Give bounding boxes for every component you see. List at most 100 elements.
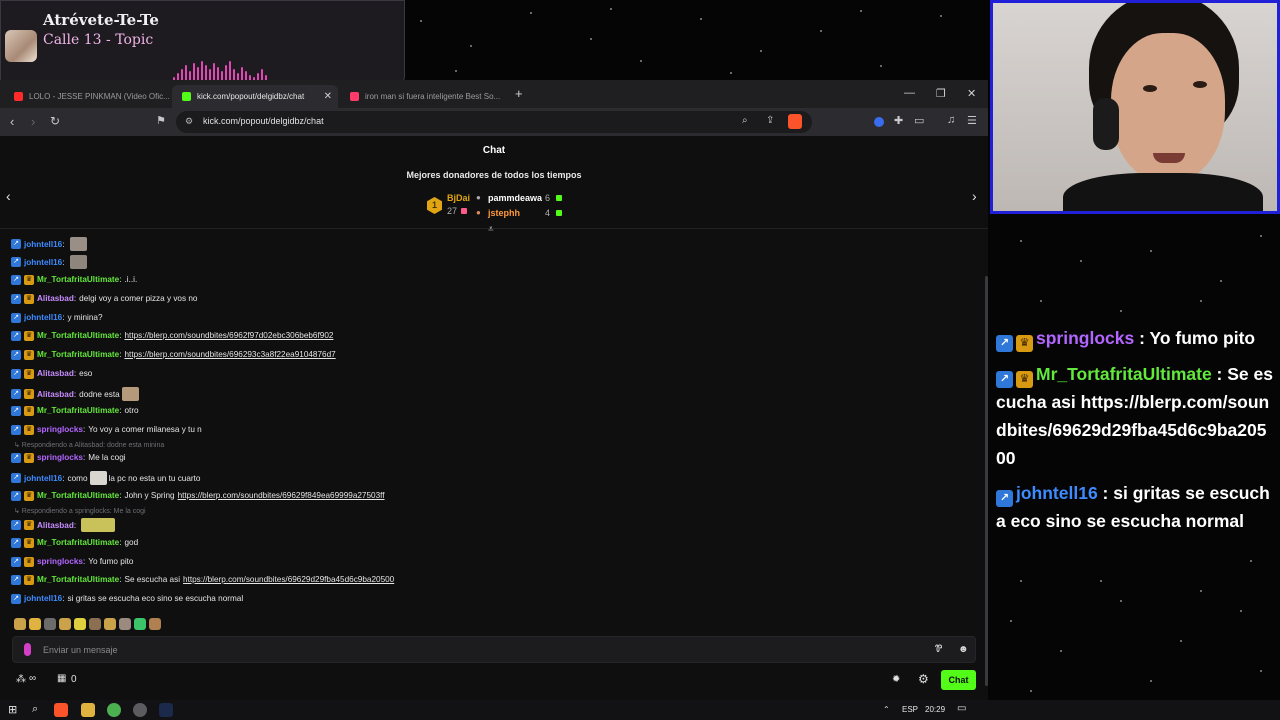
chat-link[interactable]: https://blerp.com/soundbites/69629f849ea…: [178, 490, 385, 501]
restore-icon[interactable]: ❐: [936, 87, 946, 100]
chat-username[interactable]: johntell16: [24, 312, 62, 323]
chat-username[interactable]: Alitasbad: [37, 389, 74, 400]
verified-badge-icon: ↗: [11, 452, 21, 463]
emote-icon[interactable]: [59, 618, 71, 630]
chat-username[interactable]: springlocks: [37, 424, 83, 435]
crown-badge-icon: ♛: [24, 330, 34, 341]
chat-username[interactable]: Mr_TortafritaUltimate: [37, 330, 119, 341]
chat-text: la pc no esta un tu cuarto: [108, 473, 201, 483]
share-icon[interactable]: ⇪: [766, 115, 774, 126]
donor-first-amount: 27: [447, 206, 458, 216]
emote-icon[interactable]: [134, 618, 146, 630]
chat-message: ↗ ♛ Mr_TortafritaUltimate: otro: [11, 405, 139, 416]
close-window-icon[interactable]: ✕: [967, 87, 976, 100]
chat-username[interactable]: springlocks: [37, 556, 83, 567]
tray-chevron-icon[interactable]: ⌃: [883, 705, 890, 714]
emote-icon[interactable]: [29, 618, 41, 630]
chat-username[interactable]: Alitasbad: [37, 368, 74, 379]
browser-toolbar: ‹ › ↻ ⚑ ⚙ kick.com/popout/delgidbz/chat …: [0, 108, 988, 136]
address-bar[interactable]: ⚙ kick.com/popout/delgidbz/chat ⌕ ⇪: [176, 111, 812, 133]
forward-icon[interactable]: ›: [31, 114, 35, 129]
song-artist: Calle 13 - Topic: [43, 32, 154, 48]
youtube-icon: [14, 92, 23, 101]
emote-icon[interactable]: [149, 618, 161, 630]
points-icon[interactable]: ⁂: [16, 674, 26, 685]
windows-start-icon[interactable]: ⊞: [8, 703, 17, 716]
photoshop-icon[interactable]: [159, 703, 173, 717]
emote-icon[interactable]: [74, 618, 86, 630]
extension-icon[interactable]: [874, 117, 884, 127]
chat-username[interactable]: Alitasbad: [37, 293, 74, 304]
minimize-icon[interactable]: —: [904, 87, 915, 99]
brave-shield-icon[interactable]: [788, 114, 802, 129]
back-icon[interactable]: ‹: [10, 114, 14, 129]
reload-icon[interactable]: ↻: [50, 114, 60, 128]
top-donors-title: Mejores donadores de todos los tiempos: [406, 170, 582, 180]
bookmark-icon[interactable]: ⚑: [156, 114, 166, 127]
crown-badge-icon: ♛: [24, 574, 34, 585]
music-note-icon[interactable]: ♫: [947, 114, 955, 126]
chat-link[interactable]: https://blerp.com/soundbites/69629d29fba…: [183, 574, 394, 585]
gift-icon[interactable]: ▦: [57, 673, 66, 684]
chat-username[interactable]: Mr_TortafritaUltimate: [37, 274, 119, 285]
chat-username[interactable]: Mr_TortafritaUltimate: [37, 537, 119, 548]
search-icon[interactable]: ⌕: [32, 703, 38, 716]
folder-icon[interactable]: [81, 703, 95, 717]
settings-icon[interactable]: ✹: [892, 674, 900, 685]
tab-kick-chat[interactable]: kick.com/popout/delgidbz/chat ✕: [172, 85, 338, 108]
tab-youtube[interactable]: LOLO - JESSE PINKMAN (Video Ofic...: [4, 85, 170, 108]
emote-icon[interactable]: [89, 618, 101, 630]
chat-send-button[interactable]: Chat: [941, 670, 976, 690]
gift-count: 0: [71, 674, 77, 685]
emoji-icon[interactable]: ☻: [958, 644, 969, 655]
chat-username[interactable]: johntell16: [24, 593, 62, 604]
separator: :: [119, 350, 122, 359]
chat-message: ↗ ♛ Mr_TortafritaUltimate: John y Spring htt…: [11, 490, 385, 501]
chat-link[interactable]: https://blerp.com/soundbites/696293c3a8f…: [124, 349, 335, 360]
chat-username[interactable]: johntell16: [24, 257, 62, 268]
chat-username[interactable]: springlocks: [37, 452, 83, 463]
chat-username[interactable]: johntell16: [24, 473, 62, 484]
sidebar-icon[interactable]: ▭: [914, 114, 924, 127]
chat-username[interactable]: johntell16: [24, 239, 62, 250]
controller-icon[interactable]: ⚙: [918, 672, 929, 686]
brave-icon[interactable]: [54, 703, 68, 717]
chat-text: otro: [124, 406, 139, 415]
chat-link[interactable]: https://blerp.com/soundbites/6962f97d02e…: [124, 330, 333, 341]
new-tab-icon[interactable]: +: [515, 86, 523, 101]
chat-text: Me la cogi: [88, 453, 126, 462]
language-indicator[interactable]: ESP: [902, 705, 918, 714]
zoom-icon[interactable]: ⌕: [742, 115, 748, 126]
clock[interactable]: 20:29: [925, 705, 945, 714]
previous-arrow-icon[interactable]: ‹: [6, 188, 11, 204]
tab-iron-man[interactable]: iron man si fuera inteligente Best So...: [340, 85, 506, 108]
chat-username[interactable]: Alitasbad: [37, 520, 74, 531]
verified-badge-icon: ↗: [11, 405, 21, 416]
tab-bar: LOLO - JESSE PINKMAN (Video Ofic... kick…: [0, 80, 988, 108]
obs-icon[interactable]: [133, 703, 147, 717]
site-info-icon[interactable]: ⚙: [185, 116, 193, 127]
chrome-icon[interactable]: [107, 703, 121, 717]
menu-icon[interactable]: ☰: [967, 114, 977, 127]
chat-username[interactable]: Mr_TortafritaUltimate: [37, 490, 119, 501]
verified-badge-icon: ↗: [11, 293, 21, 304]
close-tab-icon[interactable]: ✕: [324, 91, 332, 102]
verified-badge-icon: ↗: [11, 520, 21, 530]
emote-icon[interactable]: [14, 618, 26, 630]
emote-icon[interactable]: [104, 618, 116, 630]
notifications-icon[interactable]: ▭: [957, 703, 966, 714]
puzzle-icon[interactable]: ✚: [894, 114, 903, 127]
chat-username[interactable]: Mr_TortafritaUltimate: [37, 405, 119, 416]
mic-icon[interactable]: [24, 643, 31, 656]
collapse-pinned-icon[interactable]: ⩡: [488, 224, 494, 235]
chat-username[interactable]: Mr_TortafritaUltimate: [37, 349, 119, 360]
chat-text: Yo voy a comer milanesa y tu n: [88, 425, 202, 434]
emote-icon[interactable]: [119, 618, 131, 630]
chat-username[interactable]: Mr_TortafritaUltimate: [37, 574, 119, 585]
music-notification[interactable]: Atrévete-Te-Te Calle 13 - Topic: [0, 0, 405, 88]
message-input[interactable]: Enviar un mensaje Ꮘ ☻: [12, 636, 976, 663]
translate-icon[interactable]: Ꮘ: [935, 644, 942, 655]
emote-icon[interactable]: [44, 618, 56, 630]
scrollbar[interactable]: [985, 276, 988, 686]
next-arrow-icon[interactable]: ›: [972, 188, 977, 204]
